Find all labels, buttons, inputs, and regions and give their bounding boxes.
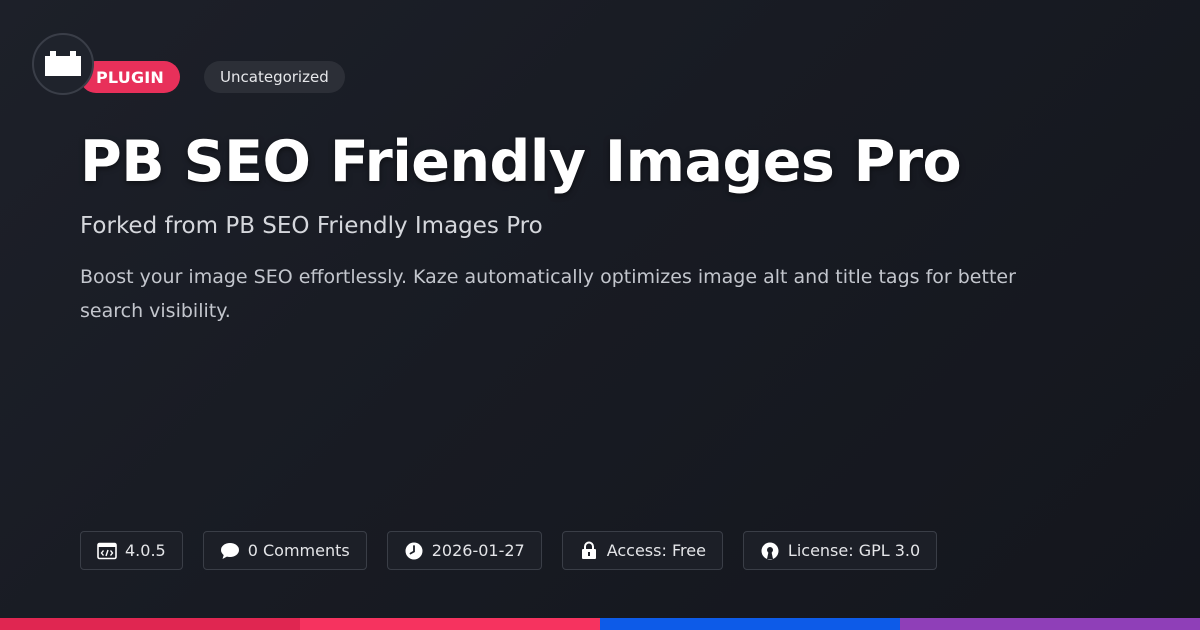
stripe-segment xyxy=(0,618,300,630)
color-stripe xyxy=(0,618,1200,630)
stripe-segment xyxy=(600,618,900,630)
publish-date: 2026-01-27 xyxy=(431,541,525,560)
comments-chip[interactable]: 0 Comments xyxy=(202,531,367,570)
version-value: 4.0.5 xyxy=(125,541,166,560)
site-logo[interactable] xyxy=(32,33,94,95)
date-chip: 2026-01-27 xyxy=(386,531,542,570)
tag-list: PLUGIN Uncategorized xyxy=(80,61,345,93)
open-source-icon xyxy=(760,541,780,561)
code-window-icon xyxy=(97,541,117,561)
access-chip: Access: Free xyxy=(561,531,723,570)
stripe-segment xyxy=(300,618,600,630)
plugin-block-icon xyxy=(45,51,81,76)
plugin-badge[interactable]: PLUGIN xyxy=(80,61,181,93)
comments-count: 0 Comments xyxy=(247,541,350,560)
plugin-description: Boost your image SEO effortlessly. Kaze … xyxy=(80,266,1016,322)
stripe-segment xyxy=(900,618,1200,630)
forked-from-subtitle: Forked from PB SEO Friendly Images Pro xyxy=(80,213,543,239)
clock-icon xyxy=(404,541,424,561)
access-level: Access: Free xyxy=(606,541,706,560)
version-chip: 4.0.5 xyxy=(80,531,183,570)
lock-icon xyxy=(579,541,599,561)
license-value: License: GPL 3.0 xyxy=(787,541,921,560)
license-chip: License: GPL 3.0 xyxy=(742,531,938,570)
page-title: PB SEO Friendly Images Pro xyxy=(80,129,962,195)
category-tag[interactable]: Uncategorized xyxy=(204,61,345,93)
speech-bubble-icon xyxy=(220,541,240,561)
meta-bar: 4.0.5 0 Comments 2026-01-27 Access: Free… xyxy=(80,531,938,570)
